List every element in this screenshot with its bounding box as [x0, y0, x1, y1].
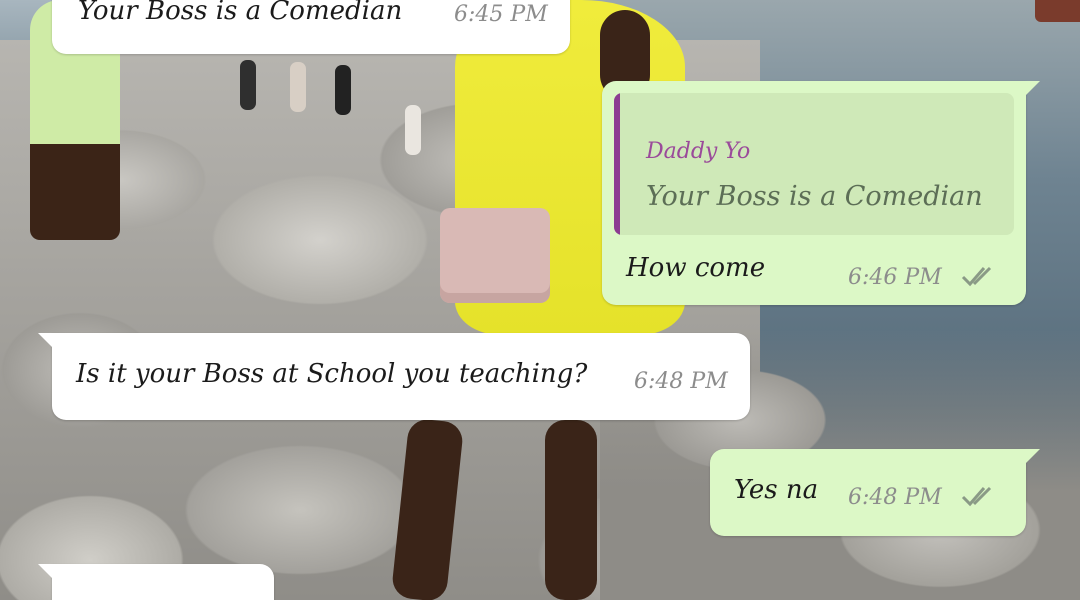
quoted-text: Your Boss is a Comedian: [646, 181, 983, 212]
message-timestamp: 6:48 PM: [634, 369, 728, 394]
wallpaper-distant-person: [290, 62, 306, 112]
wallpaper-handbag: [440, 208, 550, 303]
incoming-message-bubble[interactable]: [38, 564, 274, 600]
wallpaper-leg: [545, 420, 597, 600]
bubble-tail: [1024, 81, 1040, 97]
outgoing-message-bubble[interactable]: Yes na 6:48 PM: [710, 449, 1040, 536]
incoming-message-bubble[interactable]: Your Boss is a Comedian 6:45 PM: [52, 0, 570, 54]
wallpaper-distant-person: [335, 65, 351, 115]
quote-accent-bar: [614, 93, 620, 235]
bubble-tail: [38, 564, 54, 580]
incoming-message-bubble[interactable]: Is it your Boss at School you teaching? …: [38, 333, 750, 420]
message-text: Yes na: [734, 475, 819, 505]
quoted-reply[interactable]: Daddy Yo Your Boss is a Comedian: [614, 93, 1014, 235]
message-timestamp: 6:48 PM: [848, 485, 942, 510]
wallpaper-distant-person: [405, 105, 421, 155]
message-timestamp: 6:45 PM: [454, 2, 548, 27]
message-text: Your Boss is a Comedian: [78, 0, 403, 26]
quoted-author: Daddy Yo: [646, 139, 751, 164]
wallpaper-distant-person: [240, 60, 256, 110]
read-double-check-icon: [961, 486, 992, 507]
message-text: Is it your Boss at School you teaching?: [76, 359, 588, 389]
message-text: How come: [626, 253, 766, 283]
wallpaper-ship: [1035, 0, 1080, 22]
outgoing-message-bubble[interactable]: Daddy Yo Your Boss is a Comedian How com…: [602, 81, 1040, 305]
message-timestamp: 6:46 PM: [848, 265, 942, 290]
bubble-tail: [38, 333, 54, 349]
read-double-check-icon: [961, 266, 992, 287]
bubble-tail: [1024, 449, 1040, 465]
